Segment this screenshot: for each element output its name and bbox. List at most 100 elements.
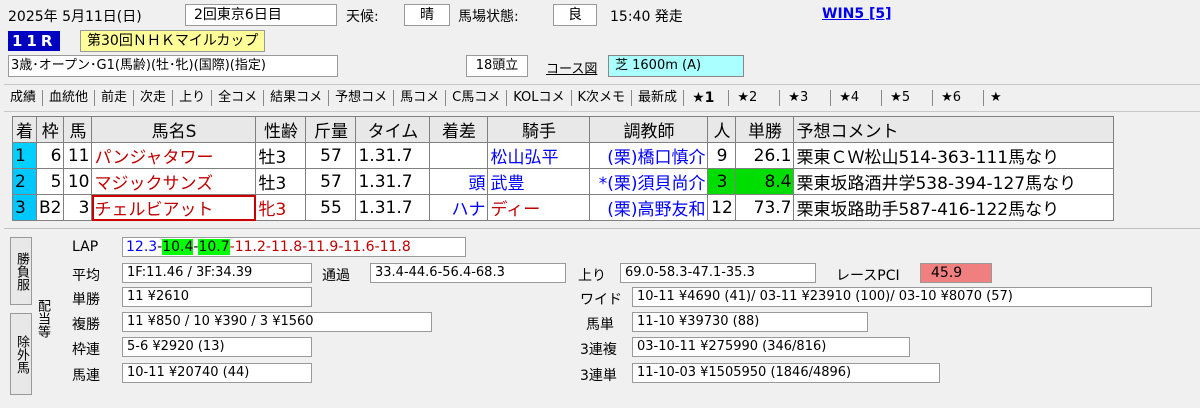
- waku-cell: 6: [35, 142, 65, 169]
- table-row[interactable]: 1 6 11 パンジャタワー 牡3 57 1.31.7 松山弘平 (栗)橋口慎介…: [12, 142, 1115, 169]
- tab-k-next-memo[interactable]: K次メモ: [572, 90, 633, 106]
- trainer-cell[interactable]: (栗)高野友和: [589, 194, 709, 221]
- col-header-popularity[interactable]: 人: [707, 116, 737, 143]
- sanrenpuku-field: 03-10-11 ¥275990 (346/816): [632, 337, 910, 357]
- lap-label: LAP: [72, 239, 99, 255]
- passing-label: 通過: [322, 268, 350, 284]
- runners-count: 18頭立: [466, 55, 528, 77]
- col-header-time[interactable]: タイム: [355, 116, 431, 143]
- tab-horse-comments[interactable]: 馬コメ: [394, 90, 447, 106]
- tab-result-comments[interactable]: 結果コメ: [264, 90, 330, 106]
- sex-age-cell: 牡3: [255, 142, 307, 169]
- weight-cell: 57: [305, 168, 357, 195]
- race-conditions: 3歳･オープン･G1(馬齢)(牡･牝)(国際)(指定): [8, 55, 338, 77]
- wide-label: ワイド: [580, 292, 622, 308]
- table-row[interactable]: 3 B2 3 チェルビアット 牝3 55 1.31.7 ハナ ディー (栗)高野…: [12, 194, 1115, 221]
- win-odds-cell: 73.7: [735, 194, 795, 221]
- margin-cell: ハナ: [429, 194, 489, 221]
- weather-label: 天候:: [346, 9, 379, 25]
- tab-agari[interactable]: 上り: [173, 90, 213, 106]
- tansho-field: 11 ¥2610: [122, 287, 312, 307]
- tab-star-6[interactable]: ★6: [933, 90, 985, 106]
- tab-previous-race[interactable]: 前走: [95, 90, 135, 106]
- rank-cell: 1: [12, 142, 37, 169]
- horse-name-cell[interactable]: パンジャタワー: [91, 142, 257, 169]
- tab-kol-comments[interactable]: KOLコメ: [507, 90, 572, 106]
- time-cell: 1.31.7: [355, 142, 431, 169]
- tab-excluded-horses[interactable]: 除外馬: [10, 313, 32, 395]
- track-condition-label: 馬場状態:: [458, 9, 519, 25]
- tab-c-horse-comments[interactable]: C馬コメ: [446, 90, 508, 106]
- lap-time: 11.2: [234, 239, 266, 255]
- tab-racing-silks[interactable]: 勝負服: [10, 237, 32, 305]
- trainer-cell[interactable]: *(栗)須貝尚介: [589, 168, 709, 195]
- fukusho-field: 11 ¥850 / 10 ¥390 / 3 ¥1560: [122, 312, 432, 332]
- tab-star-1[interactable]: ★1: [684, 90, 730, 106]
- col-header-waku[interactable]: 枠: [35, 116, 65, 143]
- rank-cell: 3: [12, 194, 37, 221]
- col-header-rank[interactable]: 着: [12, 116, 37, 143]
- umaren-label: 馬連: [72, 368, 100, 384]
- col-header-weight[interactable]: 斤量: [305, 116, 357, 143]
- agari-field: 69.0-58.3-47.1-35.3: [620, 263, 816, 283]
- lap-times: 12.3-10.4-10.7-11.2-11.8-11.9-11.6-11.8: [122, 237, 466, 257]
- race-pci-label: レースPCI: [836, 268, 900, 284]
- lap-time: 11.9: [307, 239, 339, 255]
- col-header-win-odds[interactable]: 単勝: [735, 116, 795, 143]
- col-header-margin[interactable]: 着差: [429, 116, 489, 143]
- col-header-horse-number[interactable]: 馬: [63, 116, 93, 143]
- tab-results[interactable]: 成績: [4, 90, 44, 106]
- meeting-field: 2回東京6日目: [185, 4, 337, 26]
- horse-name-cell[interactable]: チェルビアット: [91, 194, 257, 221]
- jockey-cell[interactable]: 武豊: [487, 168, 591, 195]
- start-time: 15:40 発走: [610, 9, 683, 25]
- col-header-jockey[interactable]: 騎手: [487, 116, 591, 143]
- jockey-cell[interactable]: 松山弘平: [487, 142, 591, 169]
- table-row[interactable]: 2 5 10 マジックサンズ 牡3 57 1.31.7 頭 武豊 *(栗)須貝尚…: [12, 168, 1115, 195]
- tab-latest[interactable]: 最新成: [632, 90, 685, 106]
- time-cell: 1.31.7: [355, 194, 431, 221]
- trainer-cell[interactable]: (栗)橋口慎介: [589, 142, 709, 169]
- payout-panel: 勝負服 除外馬 配当等 LAP 12.3-10.4-10.7-11.2-11.8…: [4, 228, 1200, 406]
- win-odds-cell: 8.4: [735, 168, 795, 195]
- course-info: 芝 1600m (A): [608, 55, 744, 77]
- popularity-cell: 12: [707, 194, 737, 221]
- lap-time: 10.4: [162, 239, 194, 255]
- tab-prediction-comments[interactable]: 予想コメ: [329, 90, 395, 106]
- horse-number-cell: 11: [63, 142, 93, 169]
- tab-pedigree[interactable]: 血統他: [43, 90, 96, 106]
- win5-link[interactable]: WIN5 [5]: [822, 6, 892, 22]
- course-map-link[interactable]: コース図: [546, 58, 597, 77]
- average-field: 1F:11.46 / 3F:34.39: [122, 263, 312, 283]
- results-table: 着 枠 馬 馬名S 性齢 斤量 タイム 着差 騎手 調教師 人 単勝 予想コメン…: [12, 116, 1115, 221]
- tab-star-more[interactable]: ★: [984, 90, 1008, 106]
- tab-next-race[interactable]: 次走: [134, 90, 174, 106]
- time-cell: 1.31.7: [355, 168, 431, 195]
- fukusho-label: 複勝: [72, 317, 100, 333]
- tab-star-2[interactable]: ★2: [729, 90, 781, 106]
- tab-star-4[interactable]: ★4: [831, 90, 883, 106]
- sex-age-cell: 牝3: [255, 194, 307, 221]
- tab-star-3[interactable]: ★3: [780, 90, 832, 106]
- lap-time: 11.6: [343, 239, 375, 255]
- tab-all-comments[interactable]: 全コメ: [212, 90, 265, 106]
- race-pci-value: 45.9: [920, 263, 992, 283]
- tab-payout[interactable]: 配当等: [34, 283, 52, 353]
- lap-time: 12.3: [126, 239, 158, 255]
- weight-cell: 55: [305, 194, 357, 221]
- col-header-comment[interactable]: 予想コメント: [793, 116, 1115, 143]
- average-label: 平均: [72, 268, 100, 284]
- race-date: 2025年 5月11日(日): [8, 9, 142, 25]
- col-header-horse-name[interactable]: 馬名S: [91, 116, 257, 143]
- race-number-badge: 11R: [8, 31, 61, 51]
- col-header-sex-age[interactable]: 性齢: [255, 116, 307, 143]
- horse-name-cell[interactable]: マジックサンズ: [91, 168, 257, 195]
- wakuren-field: 5-6 ¥2920 (13): [122, 337, 312, 357]
- sex-age-cell: 牡3: [255, 168, 307, 195]
- col-header-trainer[interactable]: 調教師: [589, 116, 709, 143]
- track-condition-field: 良: [553, 4, 597, 26]
- lap-time: 11.8: [270, 239, 303, 255]
- jockey-cell[interactable]: ディー: [487, 194, 591, 221]
- tab-star-5[interactable]: ★5: [882, 90, 934, 106]
- popularity-cell: 3: [707, 168, 737, 195]
